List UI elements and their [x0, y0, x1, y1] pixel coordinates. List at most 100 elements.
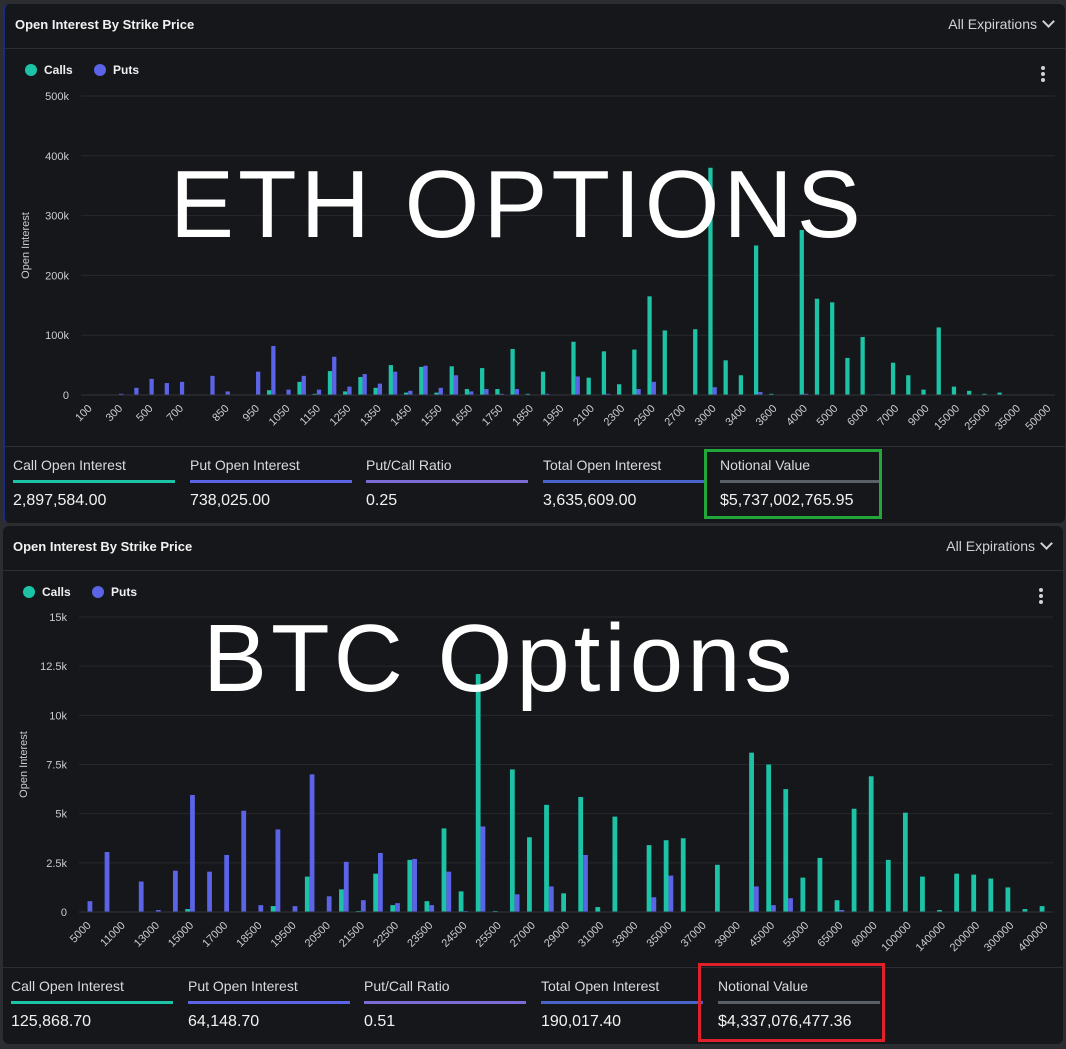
- call-bar: [373, 387, 378, 395]
- x-tick-label: 100: [73, 403, 94, 424]
- call-bar: [708, 167, 713, 395]
- call-bar: [749, 752, 754, 912]
- call-bar: [799, 229, 804, 395]
- call-bar: [783, 789, 789, 912]
- stat-value: 2,897,584.00: [13, 492, 107, 509]
- x-tick-label: 39000: [713, 920, 743, 950]
- more-options-icon[interactable]: [1039, 588, 1043, 606]
- calls-dot-icon: [25, 64, 37, 76]
- x-tick-label: 50000: [1023, 403, 1053, 433]
- btc-bar-chart: 02.5k5k7.5k10k12.5k15kOpen Interest5000 1…: [18, 612, 1053, 954]
- expiration-dropdown[interactable]: All Expirations: [948, 15, 1055, 32]
- legend-item-puts[interactable]: Puts: [92, 585, 137, 599]
- legend-item-calls[interactable]: Calls: [23, 585, 71, 599]
- panel-title: Open Interest By Strike Price: [13, 539, 193, 554]
- put-bar: [309, 774, 315, 912]
- stat-call-open-interest: Call Open Interest 125,868.70: [11, 978, 173, 1031]
- x-tick-label: 1450: [389, 403, 415, 429]
- y-tick-label: 5k: [55, 809, 67, 821]
- call-bar: [373, 873, 379, 912]
- stat-value: 738,025.00: [190, 492, 271, 509]
- call-bar: [1005, 887, 1011, 912]
- call-bar: [902, 812, 908, 912]
- x-tick-label: 2300: [602, 403, 628, 429]
- put-bar: [275, 829, 281, 912]
- put-bar: [362, 374, 367, 395]
- x-tick-label: 1350: [358, 403, 384, 429]
- btc-open-interest-panel: Open Interest By Strike Price All Expira…: [3, 526, 1063, 1044]
- x-tick-label: 5000: [815, 403, 841, 429]
- x-tick-label: 200000: [948, 920, 982, 954]
- call-bar: [860, 336, 865, 395]
- y-tick-label: 7.5k: [46, 760, 67, 772]
- put-bar: [210, 375, 215, 395]
- x-tick-label: 950: [241, 403, 262, 424]
- put-bar: [164, 383, 169, 395]
- stat-total-open-interest: Total Open Interest 3,635,609.00: [543, 457, 705, 510]
- put-bar: [753, 886, 759, 912]
- stat-put-open-interest: Put Open Interest 64,148.70: [188, 978, 350, 1031]
- x-tick-label: 17000: [200, 920, 230, 950]
- notional-value-highlight-box: [698, 963, 885, 1042]
- call-bar: [662, 330, 667, 395]
- eth-open-interest-panel: Open Interest By Strike Price All Expira…: [3, 4, 1065, 523]
- call-bar: [424, 901, 430, 912]
- x-tick-label: 6000: [845, 403, 871, 429]
- put-bar: [484, 389, 489, 395]
- call-bar: [830, 302, 835, 395]
- x-tick-label: 37000: [679, 920, 709, 950]
- call-bar: [738, 375, 744, 395]
- stats-bar: Call Open Interest 2,897,584.00 Put Open I…: [5, 446, 1065, 523]
- puts-dot-icon: [94, 64, 107, 76]
- x-tick-label: 35000: [993, 403, 1023, 433]
- x-tick-label: 1750: [480, 403, 506, 429]
- put-bar: [292, 906, 298, 912]
- stat-label: Put/Call Ratio: [366, 457, 528, 483]
- put-bar: [224, 854, 230, 912]
- chevron-down-icon: [1040, 537, 1053, 550]
- x-tick-label: 15000: [932, 403, 962, 433]
- put-bar: [256, 371, 261, 395]
- x-tick-label: 18500: [234, 920, 264, 950]
- call-bar: [617, 384, 622, 395]
- call-bar: [390, 905, 396, 912]
- x-tick-label: 2700: [662, 403, 688, 429]
- call-bar: [753, 245, 759, 395]
- x-tick-label: 1250: [328, 403, 354, 429]
- put-bar: [207, 871, 212, 912]
- stat-value: 125,868.70: [11, 1013, 92, 1030]
- x-tick-label: 1850: [510, 403, 536, 429]
- put-bar: [316, 389, 322, 395]
- call-bar: [419, 366, 424, 395]
- x-tick-label: 19500: [269, 920, 299, 950]
- y-tick-label: 400k: [45, 151, 69, 163]
- x-tick-label: 5000: [68, 920, 94, 946]
- call-bar: [663, 840, 669, 912]
- x-tick-label: 25500: [474, 920, 504, 950]
- call-bar: [906, 375, 911, 395]
- call-bar: [475, 674, 481, 912]
- put-bar: [286, 389, 291, 395]
- put-bar: [446, 871, 452, 912]
- put-bar: [583, 854, 588, 912]
- x-tick-label: 24500: [439, 920, 469, 950]
- y-tick-label: 0: [63, 390, 69, 402]
- call-bar: [921, 389, 926, 395]
- x-tick-label: 22500: [371, 920, 401, 950]
- y-tick-label: 12.5k: [40, 661, 67, 673]
- legend-item-calls[interactable]: Calls: [25, 63, 73, 77]
- legend-item-puts[interactable]: Puts: [94, 63, 139, 77]
- stat-label: Put Open Interest: [190, 457, 352, 483]
- put-bar: [172, 870, 178, 912]
- put-bar: [104, 852, 110, 912]
- put-bar: [469, 391, 474, 395]
- more-options-icon[interactable]: [1041, 66, 1045, 84]
- x-tick-label: 300000: [982, 920, 1016, 954]
- expiration-dropdown[interactable]: All Expirations: [946, 537, 1053, 554]
- put-bar: [301, 375, 306, 395]
- x-tick-label: 1550: [419, 403, 445, 429]
- call-bar: [936, 327, 941, 395]
- x-tick-label: 3400: [723, 403, 749, 429]
- y-tick-label: 200k: [45, 270, 69, 282]
- call-bar: [954, 873, 960, 912]
